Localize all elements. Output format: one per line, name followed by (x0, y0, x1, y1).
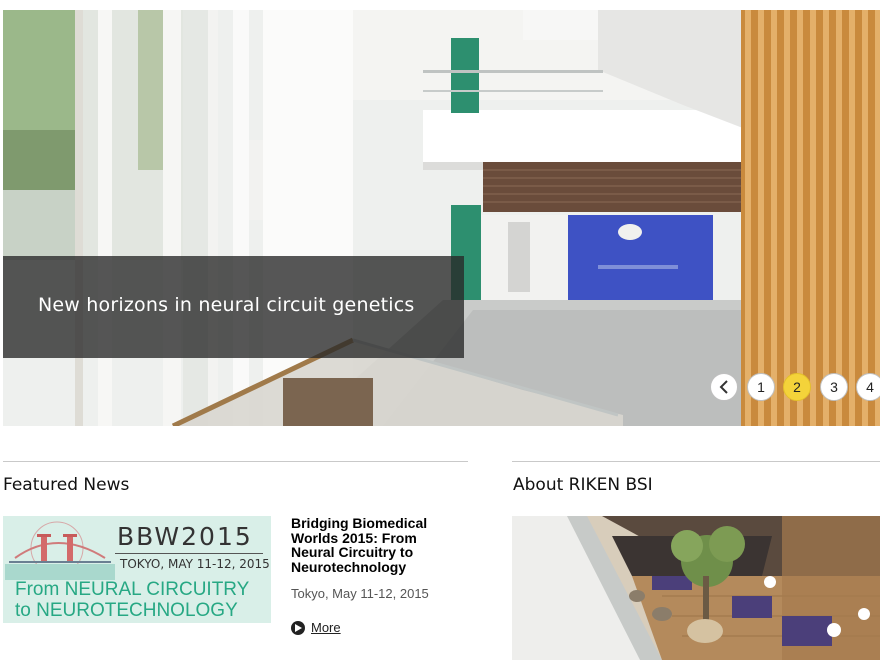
slider-page-2[interactable]: 2 (783, 373, 811, 401)
play-circle-icon (291, 621, 305, 635)
slider-page-1[interactable]: 1 (747, 373, 775, 401)
news-date: Tokyo, May 11-12, 2015 (291, 586, 429, 601)
thumbnail-subtitle-line2: to NEUROTECHNOLOGY (15, 600, 238, 621)
bridge-illustration (5, 521, 115, 580)
thumbnail-date: TOKYO, MAY 11-12, 2015 (120, 557, 270, 571)
slider-prev-button[interactable] (710, 373, 738, 401)
featured-news-divider (3, 461, 468, 462)
chevron-left-icon (719, 380, 728, 394)
news-thumbnail[interactable]: BBW2015 TOKYO, MAY 11-12, 2015 From NEUR… (3, 516, 271, 623)
more-link-text[interactable]: More (311, 620, 341, 635)
slider-page-4[interactable]: 4 (856, 373, 880, 401)
slide-caption-text: New horizons in neural circuit genetics (38, 294, 415, 316)
news-headline[interactable]: Bridging Biomedical Worlds 2015: From Ne… (291, 516, 461, 574)
about-heading: About RIKEN BSI (513, 475, 653, 495)
hero-photo (3, 10, 880, 426)
thumbnail-subtitle-line1: From NEURAL CIRCUITRY (15, 579, 250, 600)
slider-page-3[interactable]: 3 (820, 373, 848, 401)
lobby-photo (512, 516, 880, 660)
thumbnail-divider (115, 553, 263, 554)
about-photo[interactable] (512, 516, 880, 660)
featured-news-heading: Featured News (3, 475, 130, 495)
about-divider (512, 461, 880, 462)
hero-slider: New horizons in neural circuit genetics … (3, 10, 880, 426)
thumbnail-title: BBW2015 (117, 522, 253, 551)
slide-caption[interactable]: New horizons in neural circuit genetics (3, 256, 464, 358)
